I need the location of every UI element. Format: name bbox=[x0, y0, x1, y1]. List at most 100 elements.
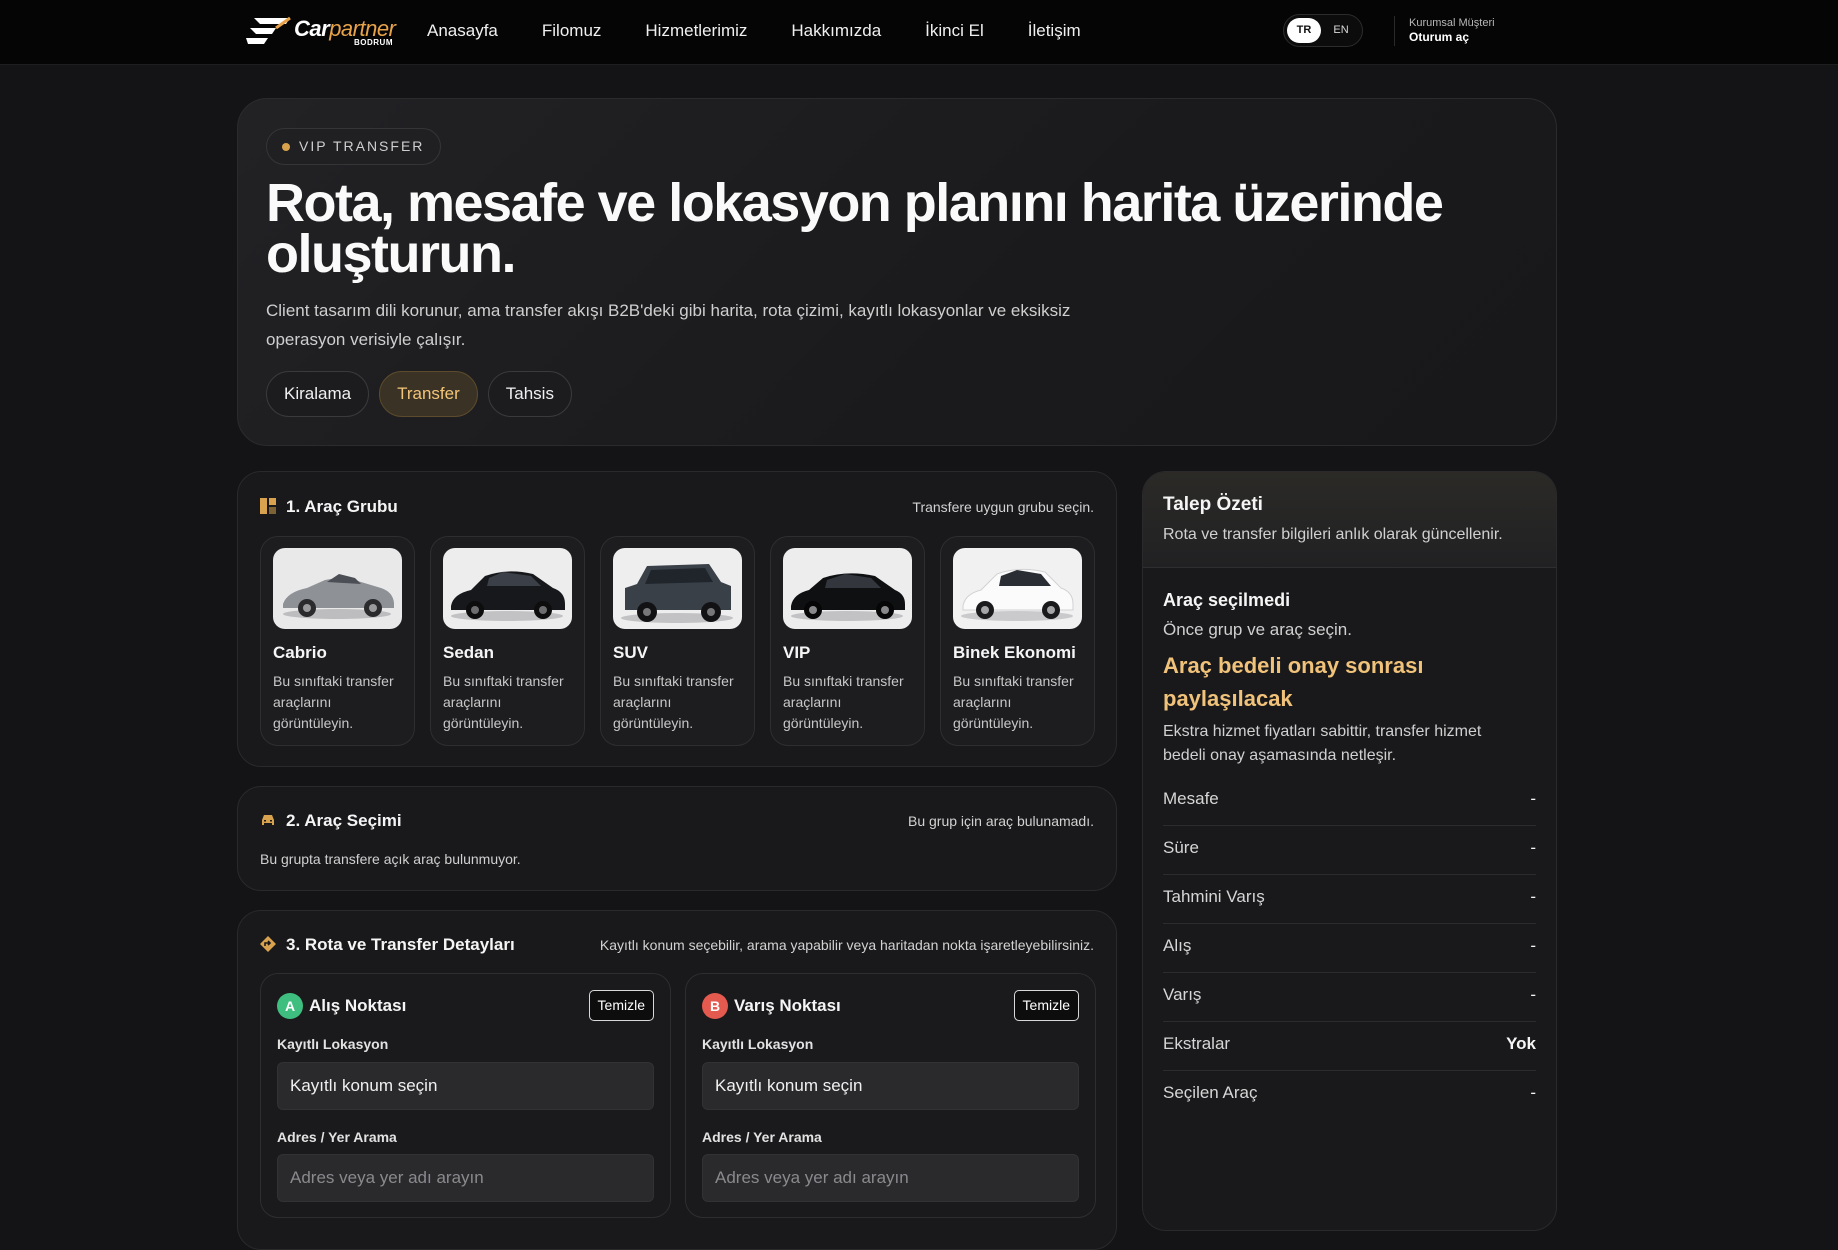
group-desc-vip: Bu sınıftaki transfer araçlarını görüntü… bbox=[783, 673, 904, 731]
request-summary-panel: Talep Özeti Rota ve transfer bilgileri a… bbox=[1142, 471, 1557, 1231]
group-name-suv: SUV bbox=[613, 643, 648, 662]
car-icon bbox=[262, 815, 274, 825]
row-value: - bbox=[1530, 1083, 1536, 1102]
group-card-suv[interactable]: SUV Bu sınıftaki transfer araçlarını gör… bbox=[600, 536, 755, 746]
sedan-car-image bbox=[443, 548, 572, 629]
group-desc-economy: Bu sınıftaki transfer araçlarını görüntü… bbox=[953, 673, 1074, 731]
nav-link-fleet[interactable]: Filomuz bbox=[542, 21, 602, 41]
pickup-point-card: A Alış Noktası Temizle Kayıtlı Lokasyon … bbox=[260, 973, 671, 1218]
vehicle-group-section: 1. Araç Grubu Transfere uygun grubu seçi… bbox=[237, 471, 1117, 767]
row-label: Ekstralar bbox=[1163, 1034, 1231, 1053]
language-toggle: TR EN bbox=[1283, 14, 1363, 47]
account-login[interactable]: Kurumsal Müşteri Oturum aç bbox=[1409, 17, 1495, 44]
nav-link-contact[interactable]: İletişim bbox=[1028, 21, 1081, 41]
summary-subtitle: Rota ve transfer bilgileri anlık olarak … bbox=[1163, 526, 1503, 543]
route-section: 3. Rota ve Transfer Detayları Kayıtlı ko… bbox=[237, 910, 1117, 1250]
dropoff-saved-location-select[interactable]: Kayıtlı konum seçin bbox=[702, 1062, 1079, 1110]
pickup-search-input[interactable] bbox=[277, 1154, 654, 1202]
vehicle-selection-title: 2. Araç Seçimi bbox=[286, 811, 402, 830]
dropoff-title: Varış Noktası bbox=[734, 996, 841, 1015]
summary-row-pickup: Alış - bbox=[1163, 924, 1536, 973]
dropoff-saved-label: Kayıtlı Lokasyon bbox=[702, 1036, 814, 1052]
dropoff-search-input[interactable] bbox=[702, 1154, 1079, 1202]
selected-vehicle-hint: Önce grup ve araç seçin. bbox=[1163, 620, 1352, 639]
lang-en-button[interactable]: EN bbox=[1324, 18, 1358, 43]
login-link[interactable]: Oturum aç bbox=[1409, 30, 1495, 44]
vehicle-group-title: 1. Araç Grubu bbox=[286, 497, 398, 516]
route-sign-icon bbox=[260, 936, 276, 952]
group-name-vip: VIP bbox=[783, 643, 811, 662]
summary-row-distance: Mesafe - bbox=[1163, 777, 1536, 826]
pickup-marker-icon: A bbox=[277, 993, 303, 1019]
row-value: - bbox=[1530, 887, 1536, 906]
suv-car-image bbox=[613, 548, 742, 629]
summary-rows: Mesafe - Süre - Tahmini Varış - Alış - V… bbox=[1163, 777, 1536, 1120]
row-label: Varış bbox=[1163, 985, 1202, 1004]
group-card-sedan[interactable]: Sedan Bu sınıftaki transfer araçlarını g… bbox=[430, 536, 585, 746]
hero-panel: VIP TRANSFER Rota, mesafe ve lokasyon pl… bbox=[237, 98, 1557, 446]
vip-transfer-badge: VIP TRANSFER bbox=[266, 128, 442, 165]
route-section-title: 3. Rota ve Transfer Detayları bbox=[286, 935, 515, 954]
dropoff-marker-icon: B bbox=[702, 993, 728, 1019]
group-name-cabrio: Cabrio bbox=[273, 643, 327, 662]
group-card-cabrio[interactable]: Cabrio Bu sınıftaki transfer araçlarını … bbox=[260, 536, 415, 746]
summary-row-extras: Ekstralar Yok bbox=[1163, 1022, 1536, 1071]
group-name-sedan: Sedan bbox=[443, 643, 495, 662]
tab-allocation[interactable]: Tahsis bbox=[487, 371, 572, 417]
summary-row-dropoff: Varış - bbox=[1163, 973, 1536, 1022]
nav-link-about[interactable]: Hakkımızda bbox=[791, 21, 881, 41]
dropoff-clear-button[interactable]: Temizle bbox=[1013, 990, 1079, 1021]
top-navbar: Carpartner BODRUM Anasayfa Filomuz Hizme… bbox=[0, 0, 1838, 65]
nav-divider bbox=[1394, 16, 1395, 46]
pickup-saved-label: Kayıtlı Lokasyon bbox=[277, 1036, 389, 1052]
row-label: Alış bbox=[1163, 936, 1192, 955]
hero-description: Client tasarım dili korunur, ama transfe… bbox=[266, 301, 1071, 349]
nav-link-second-hand[interactable]: İkinci El bbox=[925, 21, 984, 41]
nav-link-services[interactable]: Hizmetlerimiz bbox=[645, 21, 747, 41]
page-title: Rota, mesafe ve lokasyon planını harita … bbox=[266, 173, 1444, 284]
route-section-hint: Kayıtlı konum seçebilir, arama yapabilir… bbox=[599, 937, 1094, 953]
main-nav: Anasayfa Filomuz Hizmetlerimiz Hakkımızd… bbox=[427, 0, 1081, 62]
group-name-economy: Binek Ekonomi bbox=[953, 643, 1076, 662]
logo-mark-icon bbox=[246, 16, 291, 44]
group-desc-sedan: Bu sınıftaki transfer araçlarını görüntü… bbox=[443, 673, 564, 731]
tab-rental[interactable]: Kiralama bbox=[266, 371, 370, 417]
row-value: - bbox=[1530, 789, 1536, 808]
economy-car-image bbox=[953, 548, 1082, 629]
service-mode-tabs: Kiralama Transfer Tahsis bbox=[266, 371, 572, 417]
dropoff-point-card: B Varış Noktası Temizle Kayıtlı Lokasyon… bbox=[685, 973, 1096, 1218]
price-note: Araç bedeli onay sonrası paylaşılacak bbox=[1163, 653, 1424, 711]
vip-car-image bbox=[783, 548, 912, 629]
vehicle-group-hint: Transfere uygun grubu seçin. bbox=[912, 499, 1094, 515]
pickup-search-label: Adres / Yer Arama bbox=[277, 1129, 397, 1145]
logo-subtitle: BODRUM bbox=[354, 38, 393, 47]
summary-row-eta: Tahmini Varış - bbox=[1163, 875, 1536, 924]
group-desc-cabrio: Bu sınıftaki transfer araçlarını görüntü… bbox=[273, 673, 394, 731]
pickup-clear-button[interactable]: Temizle bbox=[588, 990, 654, 1021]
group-card-economy[interactable]: Binek Ekonomi Bu sınıftaki transfer araç… bbox=[940, 536, 1095, 746]
row-label: Seçilen Araç bbox=[1163, 1083, 1258, 1102]
row-value: - bbox=[1530, 985, 1536, 1004]
badge-label: VIP TRANSFER bbox=[299, 138, 425, 154]
no-vehicle-message: Bu grupta transfere açık araç bulunmuyor… bbox=[260, 851, 521, 867]
grid-icon bbox=[260, 498, 276, 514]
carpartner-logo[interactable]: Carpartner BODRUM bbox=[246, 14, 398, 48]
cabrio-car-image bbox=[273, 548, 402, 629]
summary-header: Talep Özeti Rota ve transfer bilgileri a… bbox=[1143, 472, 1556, 568]
badge-dot-icon bbox=[282, 143, 290, 151]
pickup-title: Alış Noktası bbox=[309, 996, 407, 1015]
row-label: Süre bbox=[1163, 838, 1199, 857]
nav-link-home[interactable]: Anasayfa bbox=[427, 21, 498, 41]
summary-row-selected-vehicle: Seçilen Araç - bbox=[1163, 1071, 1536, 1120]
row-value: - bbox=[1530, 936, 1536, 955]
lang-tr-button[interactable]: TR bbox=[1287, 18, 1321, 43]
vehicle-selection-section: 2. Araç Seçimi Bu grup için araç bulunam… bbox=[237, 786, 1117, 891]
tab-transfer[interactable]: Transfer bbox=[379, 371, 478, 417]
group-card-vip[interactable]: VIP Bu sınıftaki transfer araçlarını gör… bbox=[770, 536, 925, 746]
summary-title: Talep Özeti bbox=[1163, 494, 1263, 515]
summary-row-duration: Süre - bbox=[1163, 826, 1536, 875]
pickup-saved-location-select[interactable]: Kayıtlı konum seçin bbox=[277, 1062, 654, 1110]
row-label: Mesafe bbox=[1163, 789, 1219, 808]
price-description: Ekstra hizmet fiyatları sabittir, transf… bbox=[1163, 723, 1482, 764]
row-value: Yok bbox=[1506, 1034, 1536, 1053]
